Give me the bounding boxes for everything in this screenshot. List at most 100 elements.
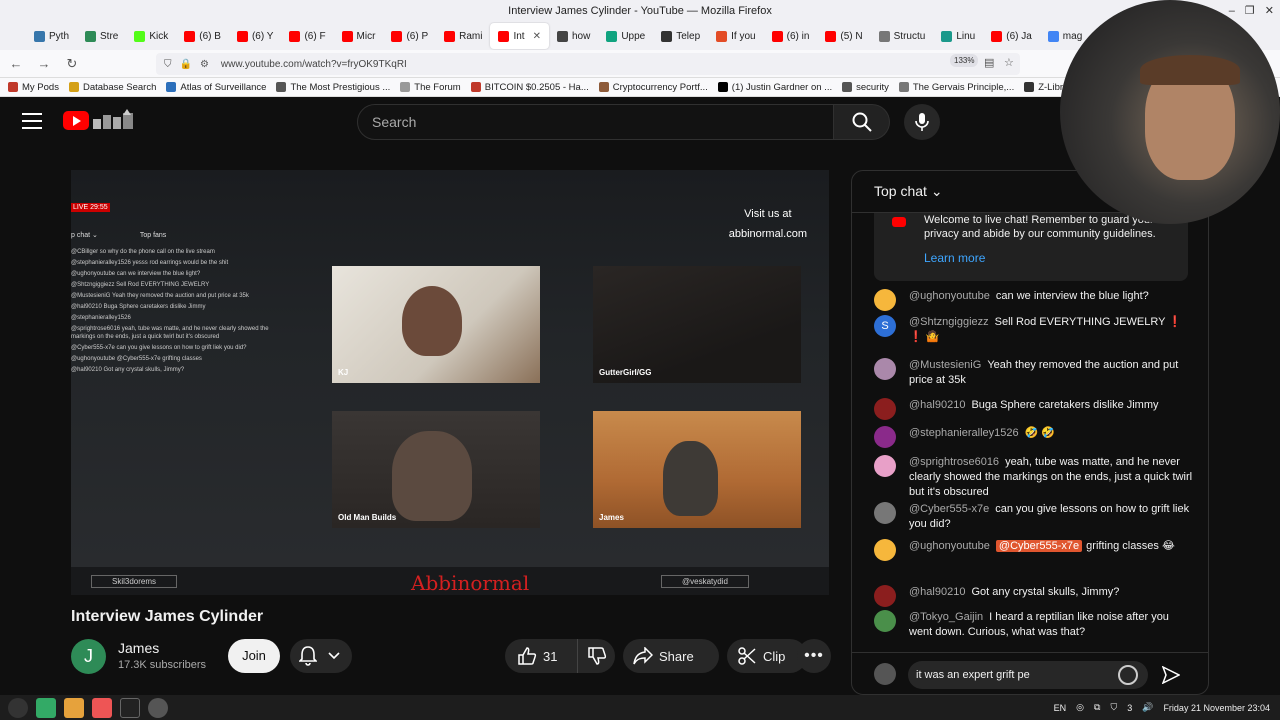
maximize-icon[interactable]: ❐: [1245, 0, 1255, 22]
chat-author-name[interactable]: @ughonyoutube: [909, 540, 990, 552]
bookmark-item[interactable]: security: [842, 82, 889, 93]
chat-message[interactable]: @Cyber555-x7e can you give lessons on how…: [874, 502, 1194, 532]
search-input[interactable]: Search: [357, 104, 834, 140]
clipboard-icon[interactable]: ⧉: [1094, 702, 1100, 713]
chat-author-avatar[interactable]: [874, 610, 896, 632]
app-launcher-icon[interactable]: [36, 697, 56, 718]
browser-tab[interactable]: Structu: [871, 23, 934, 49]
share-button[interactable]: Share: [623, 639, 719, 673]
chat-author-name[interactable]: @hal90210: [909, 586, 965, 598]
bookmark-item[interactable]: The Most Prestigious ...: [276, 82, 390, 93]
network-icon[interactable]: ◎: [1076, 702, 1084, 713]
zoom-level[interactable]: 133%: [950, 54, 979, 67]
chat-author-avatar[interactable]: [874, 398, 896, 420]
chat-author-avatar[interactable]: S: [874, 315, 896, 337]
settings-icon[interactable]: [148, 697, 168, 718]
close-icon[interactable]: ✕: [1265, 0, 1274, 22]
youtube-logo-icon[interactable]: [63, 111, 89, 130]
browser-tab[interactable]: (6) Ja: [983, 23, 1040, 49]
chat-message[interactable]: @sprightrose6016 yeah, tube was matte, an…: [874, 455, 1194, 500]
notification-count[interactable]: 3: [1127, 703, 1132, 713]
browser-tab[interactable]: (5) N: [817, 23, 870, 49]
browser-tab[interactable]: Telep: [653, 23, 708, 49]
learn-more-link[interactable]: Learn more: [924, 251, 985, 265]
bookmark-item[interactable]: Database Search: [68, 82, 156, 93]
chat-message[interactable]: @ughonyoutube @Cyber555-x7e grifting class…: [874, 539, 1194, 561]
bookmark-item[interactable]: Atlas of Surveillance: [166, 82, 266, 93]
doodle-logo[interactable]: [91, 109, 138, 131]
clip-button[interactable]: Clip: [727, 639, 807, 673]
chat-message[interactable]: @hal90210 Got any crystal skulls, Jimmy?: [874, 585, 1194, 607]
video-player[interactable]: LIVE 29:55 Visit us at abbinormal.com p …: [71, 170, 829, 595]
browser-tab[interactable]: (6) P: [383, 23, 436, 49]
join-button[interactable]: Join: [228, 639, 280, 673]
bookmark-item[interactable]: The Forum: [400, 82, 461, 93]
chat-author-name[interactable]: @Cyber555-x7e: [909, 503, 989, 515]
chat-author-avatar[interactable]: [874, 358, 896, 380]
chat-author-name[interactable]: @ughonyoutube: [909, 290, 990, 302]
reload-icon[interactable]: ↻: [60, 56, 84, 72]
start-menu-icon[interactable]: [8, 697, 28, 718]
like-button[interactable]: 31: [505, 639, 578, 673]
chat-author-avatar[interactable]: [874, 426, 896, 448]
browser-tab[interactable]: If you: [708, 23, 763, 49]
chat-author-avatar[interactable]: [874, 539, 896, 561]
browser-tab[interactable]: (6) F: [281, 23, 333, 49]
browser-tab[interactable]: (6) B: [176, 23, 229, 49]
browser-tab[interactable]: Rami: [436, 23, 490, 49]
file-manager-icon[interactable]: [64, 697, 84, 718]
back-icon[interactable]: ←: [4, 56, 28, 71]
browser-tab[interactable]: how: [549, 23, 598, 49]
shield-icon[interactable]: ⛉: [1110, 702, 1117, 713]
chat-message[interactable]: @MustesieniG Yeah they removed the auctio…: [874, 358, 1194, 388]
bookmark-item[interactable]: The Gervais Principle,...: [898, 82, 1014, 93]
browser-tab[interactable]: Linu: [933, 23, 983, 49]
bookmark-item[interactable]: Cryptocurrency Portf...: [598, 82, 708, 93]
chat-message[interactable]: @stephanieralley1526 🤣 🤣: [874, 426, 1194, 448]
terminal-icon[interactable]: [120, 697, 140, 718]
search-button[interactable]: [834, 104, 890, 140]
chat-message-input[interactable]: it was an expert grift pe: [908, 661, 1148, 689]
browser-tab[interactable]: Stre: [77, 23, 126, 49]
reader-icon[interactable]: ▤: [984, 56, 994, 69]
browser-tab[interactable]: (6) Y: [229, 23, 282, 49]
emoji-icon[interactable]: [1118, 665, 1138, 685]
address-bar[interactable]: ⛉ 🔒 ⚙ www.youtube.com/watch?v=fryOK9TKqR…: [156, 53, 1020, 75]
chat-author-name[interactable]: @sprightrose6016: [909, 456, 999, 468]
volume-icon[interactable]: 🔊: [1142, 702, 1153, 713]
close-tab-icon[interactable]: ✕: [533, 31, 541, 42]
chat-author-name[interactable]: @hal90210: [909, 399, 965, 411]
bookmark-item[interactable]: (1) Justin Gardner on ...: [717, 82, 832, 93]
chat-author-name[interactable]: @Shtzngiggiezz: [909, 316, 989, 328]
channel-avatar[interactable]: J: [71, 639, 106, 674]
chat-author-avatar[interactable]: [874, 585, 896, 607]
keyboard-layout[interactable]: EN: [1054, 703, 1067, 713]
chat-author-name[interactable]: @MustesieniG: [909, 359, 981, 371]
chat-author-avatar[interactable]: [874, 502, 896, 524]
browser-tab[interactable]: (6) in: [764, 23, 818, 49]
chat-author-name[interactable]: @stephanieralley1526: [909, 427, 1019, 439]
clock[interactable]: Friday 21 November 23:04: [1163, 703, 1270, 713]
chat-author-name[interactable]: @Tokyo_Gaijin: [909, 611, 983, 623]
chat-author-avatar[interactable]: [874, 289, 896, 311]
channel-name[interactable]: James: [118, 640, 159, 656]
firefox-icon[interactable]: [92, 697, 112, 718]
chat-message[interactable]: S @Shtzngiggiezz Sell Rod EVERYTHING JEWEL…: [874, 315, 1194, 345]
bookmark-item[interactable]: My Pods: [8, 82, 59, 93]
chat-mode-dropdown[interactable]: Top chat ⌄: [874, 183, 943, 200]
chat-message[interactable]: @hal90210 Buga Sphere caretakers dislike …: [874, 398, 1194, 420]
send-icon[interactable]: [1162, 666, 1180, 684]
chat-message[interactable]: @Tokyo_Gaijin I heard a reptilian like no…: [874, 610, 1194, 640]
dislike-button[interactable]: [578, 639, 615, 673]
browser-tab[interactable]: Int ✕: [490, 23, 549, 49]
browser-tab[interactable]: Kick: [126, 23, 176, 49]
browser-tab[interactable]: Micr: [334, 23, 384, 49]
bookmark-item[interactable]: BITCOIN $0.2505 - Ha...: [470, 82, 589, 93]
menu-icon[interactable]: [22, 113, 42, 129]
more-actions-button[interactable]: •••: [797, 639, 831, 673]
chat-message[interactable]: @ughonyoutube can we interview the blue l…: [874, 289, 1194, 311]
browser-tab[interactable]: Pyth: [26, 23, 77, 49]
notifications-button[interactable]: [290, 639, 352, 673]
browser-tab[interactable]: Uppe: [598, 23, 653, 49]
bookmark-star-icon[interactable]: ☆: [1004, 56, 1014, 69]
